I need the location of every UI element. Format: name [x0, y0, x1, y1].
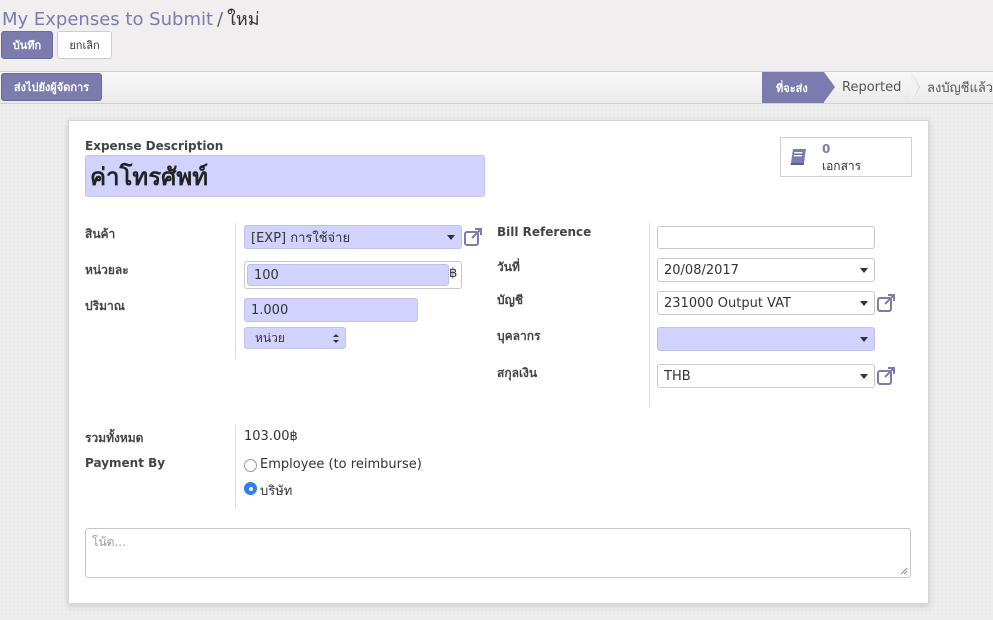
documents-label: เอกสาร: [822, 159, 862, 173]
currency-label: สกุลเงิน: [497, 366, 538, 380]
quantity-input[interactable]: 1.000: [244, 298, 418, 322]
status-step-to-submit[interactable]: ที่จะส่ง: [762, 72, 835, 103]
description-input[interactable]: ค่าโทรศัพท์: [85, 155, 485, 197]
resize-handle-icon[interactable]: [900, 567, 908, 575]
currency-select[interactable]: THB: [657, 364, 875, 388]
submit-to-manager-button[interactable]: ส่งไปยังผู้จัดการ: [1, 73, 102, 101]
chevron-down-icon: [860, 337, 868, 342]
breadcrumb-current: ใหม่: [227, 9, 260, 30]
documents-smart-button[interactable]: 0 เอกสาร: [780, 137, 912, 177]
uom-select[interactable]: หน่วย: [244, 327, 346, 349]
date-input[interactable]: 20/08/2017: [657, 258, 875, 282]
notes-textarea[interactable]: โน้ต...: [85, 528, 911, 578]
description-label: Expense Description: [85, 139, 224, 153]
breadcrumb-parent-link[interactable]: My Expenses to Submit: [2, 9, 213, 30]
bottom-group-divider: [235, 425, 236, 509]
external-link-icon[interactable]: [876, 293, 896, 313]
unit-price-input[interactable]: 100: [247, 264, 449, 286]
chevron-down-icon: [860, 374, 868, 379]
documents-count: 0: [822, 142, 831, 156]
product-value: [EXP] การใช้จ่าย: [251, 230, 351, 246]
employee-select[interactable]: [657, 327, 875, 351]
external-link-icon[interactable]: [876, 366, 896, 386]
product-label: สินค้า: [85, 227, 116, 241]
bill-reference-input[interactable]: [657, 226, 875, 249]
status-step-reported[interactable]: Reported: [824, 72, 920, 103]
left-group-divider: [235, 223, 236, 359]
book-icon: [790, 149, 806, 165]
payment-by-label: Payment By: [85, 456, 166, 470]
product-select[interactable]: [EXP] การใช้จ่าย: [244, 225, 462, 249]
payment-employee-radio[interactable]: [244, 459, 257, 472]
uom-value: หน่วย: [255, 330, 285, 345]
updown-icon: [333, 334, 339, 343]
account-value: 231000 Output VAT: [664, 295, 791, 311]
save-button[interactable]: บันทึก: [1, 31, 53, 59]
unit-price-field: 100 ฿: [244, 261, 462, 289]
external-link-icon[interactable]: [463, 227, 483, 247]
payment-company-radio[interactable]: [244, 482, 257, 495]
date-value: 20/08/2017: [664, 262, 739, 278]
account-select[interactable]: 231000 Output VAT: [657, 291, 875, 315]
form-sheet: 0 เอกสาร Expense Description ค่าโทรศัพท์…: [68, 120, 929, 604]
status-bar: ส่งไปยังผู้จัดการ ที่จะส่ง Reported ลงบั…: [0, 72, 993, 104]
notes-placeholder: โน้ต...: [92, 535, 126, 549]
status-steps: ที่จะส่ง Reported ลงบัญชีแล้ว: [762, 72, 993, 103]
currency-value: THB: [664, 368, 691, 384]
right-group-divider: [649, 223, 650, 407]
unit-price-label: หน่วยละ: [85, 263, 129, 277]
quantity-label: ปริมาณ: [85, 299, 125, 313]
total-label: รวมทั้งหมด: [85, 431, 144, 445]
discard-button[interactable]: ยกเลิก: [57, 31, 112, 59]
employee-label: บุคลากร: [497, 329, 541, 343]
currency-symbol: ฿: [449, 266, 458, 281]
payment-employee-label[interactable]: Employee (to reimburse): [260, 457, 422, 472]
total-value: 103.00฿: [244, 429, 298, 444]
breadcrumb-separator: /: [217, 9, 224, 30]
breadcrumb: My Expenses to Submit / ใหม่: [2, 4, 260, 33]
date-label: วันที่: [497, 260, 520, 274]
control-panel: My Expenses to Submit / ใหม่ บันทึก ยกเลิก: [0, 0, 993, 72]
chevron-down-icon: [860, 301, 868, 306]
payment-company-label[interactable]: บริษัท: [260, 480, 292, 501]
account-label: บัญชี: [497, 293, 523, 307]
chevron-down-icon: [860, 268, 868, 273]
bill-reference-label: Bill Reference: [497, 225, 592, 239]
chevron-down-icon: [447, 235, 455, 240]
status-step-posted[interactable]: ลงบัญชีแล้ว: [911, 72, 993, 103]
